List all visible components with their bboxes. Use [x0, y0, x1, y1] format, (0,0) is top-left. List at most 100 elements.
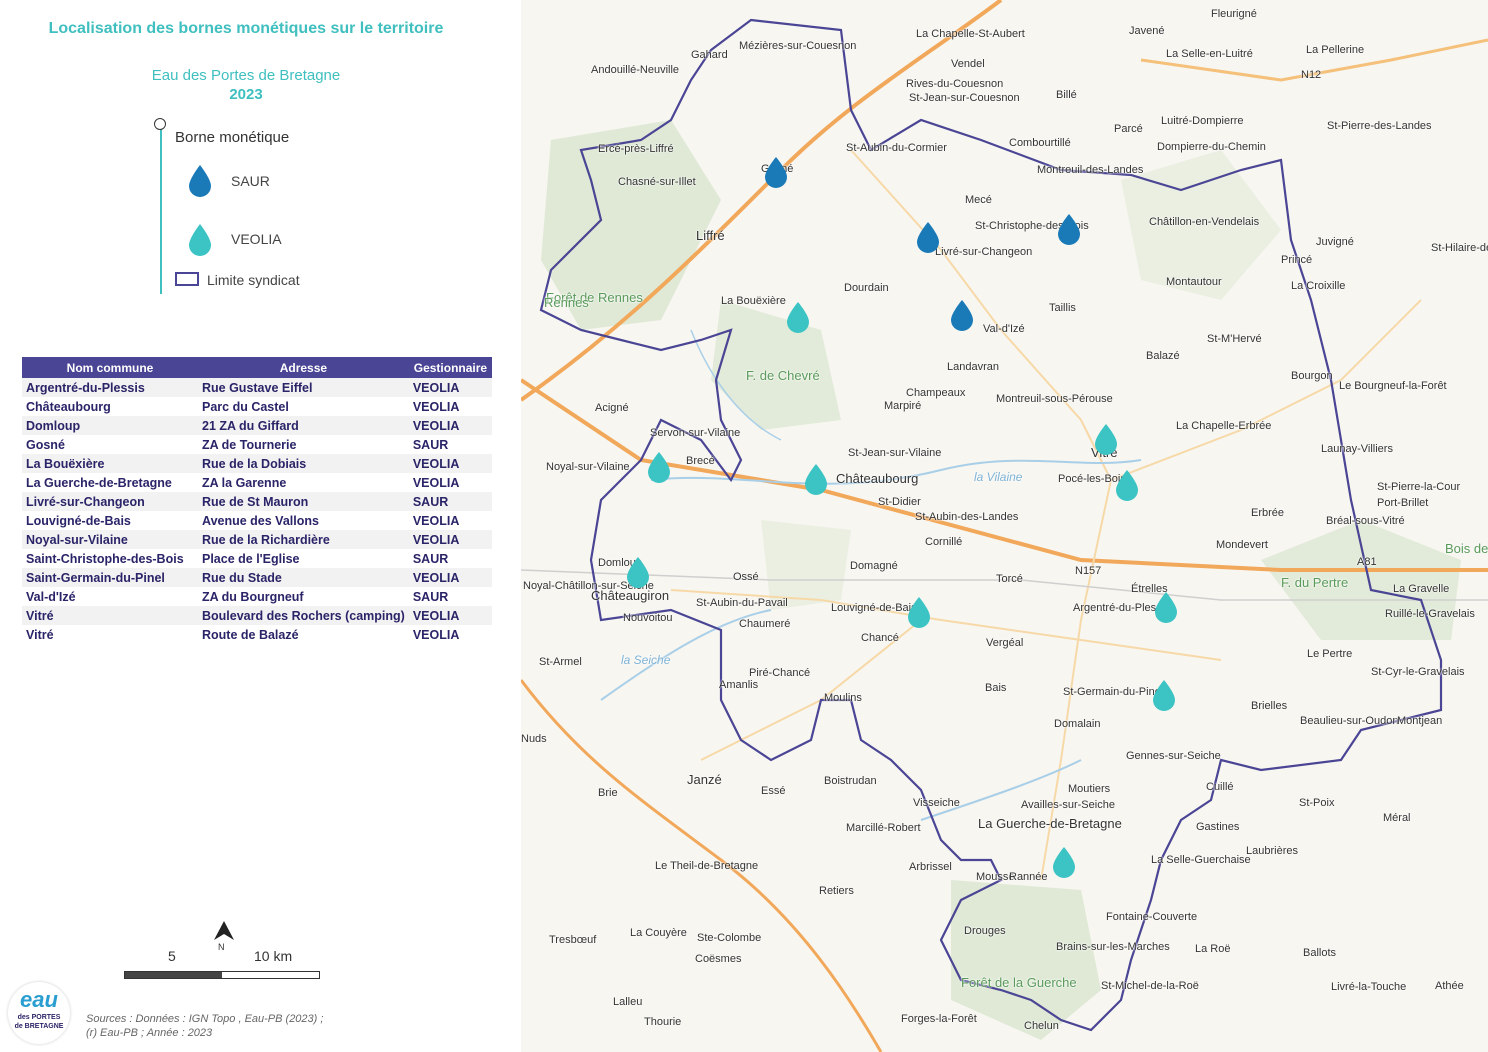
place-label: Ercé-près-Liffré: [598, 143, 674, 155]
adresse-cell: Parc du Castel: [198, 397, 409, 416]
commune-cell: Vitré: [22, 625, 198, 644]
veolia-drop-marker-icon[interactable]: [906, 595, 932, 629]
place-label: Mézières-sur-Couesnon: [739, 40, 857, 52]
adresse-cell: Rue de la Dobiais: [198, 454, 409, 473]
place-label: Piré-Chancé: [749, 667, 811, 679]
commune-cell: La Guerche-de-Bretagne: [22, 473, 198, 492]
table-row: Argentré-du-Plessis Rue Gustave Eiffel VEO…: [22, 378, 492, 397]
saur-drop-marker-icon[interactable]: [949, 298, 975, 332]
place-label: Thourie: [644, 1016, 682, 1028]
map-year: 2023: [229, 86, 263, 103]
place-label: Marpiré: [884, 400, 922, 412]
place-label: Drouges: [964, 925, 1006, 937]
place-label: Noyal-sur-Vilaine: [546, 461, 630, 473]
place-label: Val-d'Izé: [983, 323, 1025, 335]
table-row: Val-d'Izé ZA du Bourgneuf SAUR: [22, 587, 492, 606]
adresse-cell: Rue de la Richardière: [198, 530, 409, 549]
place-label: Ballots: [1303, 947, 1337, 959]
adresse-cell: Rue Gustave Eiffel: [198, 378, 409, 397]
gestionnaire-cell: VEOLIA: [408, 625, 492, 644]
place-label: Cuillé: [1206, 781, 1234, 793]
legend-saur-label: SAUR: [231, 173, 270, 189]
commune-cell: Louvigné-de-Bais: [22, 511, 198, 530]
saur-drop-marker-icon[interactable]: [763, 155, 789, 189]
adresse-cell: ZA la Garenne: [198, 473, 409, 492]
place-label: Cornillé: [925, 536, 963, 548]
gestionnaire-cell: VEOLIA: [408, 416, 492, 435]
table-row: Louvigné-de-Bais Avenue des Vallons VEOLIA: [22, 511, 492, 530]
place-label: La Couyère: [630, 927, 687, 939]
place-label: La Gravelle: [1393, 583, 1450, 595]
place-label: Méral: [1383, 812, 1411, 824]
place-label: Chancé: [861, 632, 899, 644]
gestionnaire-cell: VEOLIA: [408, 454, 492, 473]
veolia-drop-marker-icon[interactable]: [1151, 678, 1177, 712]
place-label: Rives-du-Couesnon: [906, 78, 1004, 90]
place-label: St-M'Hervé: [1207, 333, 1262, 345]
place-label: A81: [1357, 556, 1377, 568]
place-label: Athée: [1435, 980, 1464, 992]
veolia-drop-marker-icon[interactable]: [1153, 590, 1179, 624]
veolia-drop-marker-icon[interactable]: [625, 555, 651, 589]
place-label: Gastines: [1196, 821, 1240, 833]
place-label: Bourgon: [1291, 370, 1333, 382]
commune-cell: Gosné: [22, 435, 198, 454]
legend-dot: [154, 118, 166, 130]
map-area[interactable]: Fleurigné Javené La Selle-en-Luitré La Pell…: [521, 0, 1488, 1052]
place-label: La Chapelle-St-Aubert: [916, 28, 1025, 40]
place-label: St-Hilaire-des-Landes: [1431, 242, 1488, 254]
veolia-drop-marker-icon[interactable]: [803, 462, 829, 496]
place-label: La Bouëxière: [721, 295, 786, 307]
veolia-drop-marker-icon[interactable]: [1114, 468, 1140, 502]
saur-drop-marker-icon[interactable]: [915, 220, 941, 254]
place-label: Brielles: [1251, 700, 1288, 712]
communes-table: Nom commune Adresse Gestionnaire Argentr…: [22, 357, 492, 644]
place-label: Dourdain: [844, 282, 889, 294]
logo-sub2: de BRETAGNE: [14, 1023, 64, 1030]
veolia-drop-marker-icon[interactable]: [646, 450, 672, 484]
commune-cell: Val-d'Izé: [22, 587, 198, 606]
limit-swatch: [175, 272, 199, 286]
place-label: Louvigné-de-Bais: [831, 602, 917, 614]
adresse-cell: Boulevard des Rochers (camping): [198, 606, 409, 625]
place-label: La Roë: [1195, 943, 1231, 955]
commune-cell: Argentré-du-Plessis: [22, 378, 198, 397]
adresse-cell: Rue de St Mauron: [198, 492, 409, 511]
gestionnaire-cell: VEOLIA: [408, 568, 492, 587]
gestionnaire-cell: SAUR: [408, 549, 492, 568]
gestionnaire-cell: VEOLIA: [408, 378, 492, 397]
veolia-drop-marker-icon[interactable]: [1093, 422, 1119, 456]
place-label: Livré-la-Touche: [1331, 981, 1407, 993]
place-label: Andouillé-Neuville: [591, 64, 680, 76]
place-label: St-Didier: [878, 496, 921, 508]
adresse-cell: ZA du Bourgneuf: [198, 587, 409, 606]
scale-mid-label: 5: [168, 948, 176, 964]
gestionnaire-cell: SAUR: [408, 492, 492, 511]
place-label: Essé: [761, 785, 786, 797]
veolia-drop-marker-icon[interactable]: [785, 300, 811, 334]
place-label: F. du Pertre: [1281, 575, 1349, 590]
commune-cell: Châteaubourg: [22, 397, 198, 416]
place-label: Luitré-Dompierre: [1161, 115, 1244, 127]
gestionnaire-cell: SAUR: [408, 587, 492, 606]
veolia-drop-marker-icon[interactable]: [1051, 845, 1077, 879]
commune-cell: La Bouëxière: [22, 454, 198, 473]
table-row: Gosné ZA de Tournerie SAUR: [22, 435, 492, 454]
place-label: Retiers: [819, 885, 854, 897]
saur-drop-marker-icon[interactable]: [1056, 212, 1082, 246]
place-label: la Seiche: [621, 653, 671, 667]
gestionnaire-cell: VEOLIA: [408, 606, 492, 625]
legend-title: Borne monétique: [175, 129, 290, 146]
place-label: la Vilaine: [974, 470, 1023, 484]
place-label: Bois de Gravelles: [1445, 541, 1488, 556]
scale-bar-fill: [125, 972, 222, 978]
place-label: Fleurigné: [1211, 8, 1257, 20]
place-label: Le Theil-de-Bretagne: [655, 860, 759, 872]
place-label: Chasné-sur-Illet: [618, 176, 696, 188]
place-label: Taillis: [1049, 302, 1076, 314]
scale-bar-outline: [124, 971, 320, 979]
gestionnaire-cell: SAUR: [408, 435, 492, 454]
place-label: Nouvoitou: [623, 612, 673, 624]
table-row: Noyal-sur-Vilaine Rue de la Richardière VE…: [22, 530, 492, 549]
col-header-commune: Nom commune: [22, 357, 198, 378]
